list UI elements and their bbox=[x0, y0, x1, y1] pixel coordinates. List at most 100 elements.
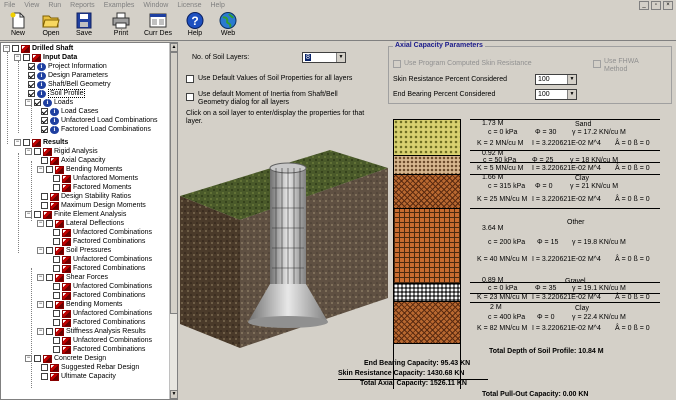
tree-checkbox[interactable] bbox=[23, 54, 30, 61]
chevron-down-icon[interactable]: ▼ bbox=[567, 90, 576, 99]
tree-checkbox[interactable] bbox=[34, 148, 41, 155]
tree-checkbox[interactable] bbox=[34, 99, 41, 106]
tree-checkbox[interactable] bbox=[46, 166, 53, 173]
default-soil-props-checkbox[interactable] bbox=[186, 75, 194, 83]
tree-moment-factored-combinations[interactable]: Factored Combinations bbox=[53, 318, 145, 327]
soil-layer-gravel[interactable] bbox=[394, 284, 460, 302]
soil-layer-column[interactable] bbox=[393, 119, 461, 389]
tree-checkbox[interactable] bbox=[34, 355, 41, 362]
tree-load-cases[interactable]: i Load Cases bbox=[41, 107, 98, 116]
collapse-icon[interactable]: − bbox=[37, 328, 44, 335]
new-button[interactable]: New bbox=[2, 11, 34, 40]
collapse-icon[interactable]: − bbox=[14, 139, 21, 146]
tree-checkbox[interactable] bbox=[41, 157, 48, 164]
scroll-thumb[interactable] bbox=[170, 52, 177, 314]
tree-design-stability-ratios[interactable]: Design Stability Ratios bbox=[41, 192, 131, 201]
tree-scrollbar[interactable]: ▲ ▼ bbox=[169, 43, 177, 399]
tree-shaft-bell-geometry[interactable]: i Shaft/Bell Geometry bbox=[28, 80, 111, 89]
tree-results[interactable]: − Results bbox=[14, 138, 68, 147]
tree-bending-moments[interactable]: − Bending Moments bbox=[37, 165, 122, 174]
tree-checkbox[interactable] bbox=[28, 90, 35, 97]
tree-checkbox[interactable] bbox=[46, 301, 53, 308]
skin-resistance-select[interactable]: 100 ▼ bbox=[535, 74, 577, 85]
tree-checkbox[interactable] bbox=[41, 373, 48, 380]
tree-stiffness-factored-combinations[interactable]: Factored Combinations bbox=[53, 345, 145, 354]
tree-soil-pressures[interactable]: − Soil Pressures bbox=[37, 246, 111, 255]
tree-checkbox[interactable] bbox=[53, 319, 60, 326]
menu-file[interactable]: File bbox=[4, 2, 15, 9]
collapse-icon[interactable]: − bbox=[37, 247, 44, 254]
collapse-icon[interactable]: − bbox=[25, 355, 32, 362]
soil-layer-clay[interactable] bbox=[394, 175, 460, 209]
collapse-icon[interactable]: − bbox=[25, 148, 32, 155]
tree-checkbox[interactable] bbox=[41, 108, 48, 115]
tree-checkbox[interactable] bbox=[41, 117, 48, 124]
chevron-down-icon[interactable]: ▼ bbox=[336, 53, 345, 62]
collapse-icon[interactable]: − bbox=[37, 220, 44, 227]
tree-checkbox[interactable] bbox=[46, 247, 53, 254]
tree-checkbox[interactable] bbox=[46, 220, 53, 227]
tree-ultimate-capacity[interactable]: Ultimate Capacity bbox=[41, 372, 116, 381]
tree-checkbox[interactable] bbox=[41, 202, 48, 209]
menu-reports[interactable]: Reports bbox=[70, 2, 95, 9]
tree-checkbox[interactable] bbox=[28, 63, 35, 70]
tree-checkbox[interactable] bbox=[53, 337, 60, 344]
tree-checkbox[interactable] bbox=[41, 193, 48, 200]
tree-lateral-factored-combinations[interactable]: Factored Combinations bbox=[53, 237, 145, 246]
end-bearing-select[interactable]: 100 ▼ bbox=[535, 89, 577, 100]
tree-input-data[interactable]: − Input Data bbox=[14, 53, 77, 62]
tree-lateral-unfactored-combinations[interactable]: Unfactored Combinations bbox=[53, 228, 152, 237]
restore-icon[interactable]: ▫ bbox=[651, 1, 661, 10]
fhwa-checkbox[interactable] bbox=[593, 60, 601, 68]
soil-layer-clay-2[interactable] bbox=[394, 302, 460, 344]
tree-root[interactable]: − Drilled Shaft bbox=[3, 44, 73, 53]
tree-checkbox[interactable] bbox=[53, 283, 60, 290]
tree-shear-unfactored-combinations[interactable]: Unfactored Combinations bbox=[53, 282, 152, 291]
tree-axial-capacity[interactable]: Axial Capacity bbox=[41, 156, 105, 165]
collapse-icon[interactable]: − bbox=[37, 166, 44, 173]
tree-checkbox[interactable] bbox=[53, 238, 60, 245]
menu-view[interactable]: View bbox=[24, 2, 39, 9]
tree-checkbox[interactable] bbox=[46, 328, 53, 335]
tree-checkbox[interactable] bbox=[53, 346, 60, 353]
tree-checkbox[interactable] bbox=[28, 81, 35, 88]
tree-project-information[interactable]: i Project Information bbox=[28, 62, 107, 71]
menu-examples[interactable]: Examples bbox=[104, 2, 135, 9]
tree-checkbox[interactable] bbox=[53, 265, 60, 272]
tree-shear-factored-combinations[interactable]: Factored Combinations bbox=[53, 291, 145, 300]
tree-stiffness-unfactored-combinations[interactable]: Unfactored Combinations bbox=[53, 336, 152, 345]
tree-checkbox[interactable] bbox=[41, 364, 48, 371]
tree-pressure-unfactored-combinations[interactable]: Unfactored Combinations bbox=[53, 255, 152, 264]
help-button[interactable]: ? Help bbox=[179, 11, 211, 40]
tree-soil-profile[interactable]: i Soil Profile bbox=[28, 89, 86, 98]
scroll-up-icon[interactable]: ▲ bbox=[170, 43, 177, 52]
curr-des-button[interactable]: Curr Des bbox=[142, 11, 174, 40]
tree-checkbox[interactable] bbox=[53, 292, 60, 299]
tree-suggested-rebar-design[interactable]: Suggested Rebar Design bbox=[41, 363, 139, 372]
tree-checkbox[interactable] bbox=[53, 310, 60, 317]
tree-checkbox[interactable] bbox=[53, 256, 60, 263]
scroll-down-icon[interactable]: ▼ bbox=[170, 390, 177, 399]
tree-shear-forces[interactable]: − Shear Forces bbox=[37, 273, 108, 282]
save-button[interactable]: Save bbox=[68, 11, 100, 40]
tree-factored-load-combinations[interactable]: i Factored Load Combinations bbox=[41, 125, 151, 134]
tree-factored-moments[interactable]: Factored Moments bbox=[53, 183, 131, 192]
tree-checkbox[interactable] bbox=[28, 72, 35, 79]
minimize-icon[interactable]: _ bbox=[639, 1, 649, 10]
chevron-down-icon[interactable]: ▼ bbox=[567, 75, 576, 84]
menu-license[interactable]: License bbox=[177, 2, 201, 9]
collapse-icon[interactable]: − bbox=[14, 54, 21, 61]
tree-finite-element-analysis[interactable]: − Finite Element Analysis bbox=[25, 210, 126, 219]
print-button[interactable]: Print bbox=[105, 11, 137, 40]
collapse-icon[interactable]: − bbox=[37, 274, 44, 281]
tree-checkbox[interactable] bbox=[41, 126, 48, 133]
tree-fe-bending-moments[interactable]: − Bending Moments bbox=[37, 300, 122, 309]
tree-unfactored-moments[interactable]: Unfactored Moments bbox=[53, 174, 138, 183]
tree-unfactored-load-combinations[interactable]: i Unfactored Load Combinations bbox=[41, 116, 158, 125]
tree-moment-unfactored-combinations[interactable]: Unfactored Combinations bbox=[53, 309, 152, 318]
tree-concrete-design[interactable]: − Concrete Design bbox=[25, 354, 106, 363]
soil-layer-2[interactable] bbox=[394, 156, 460, 175]
web-button[interactable]: Web bbox=[212, 11, 244, 40]
tree-lateral-deflections[interactable]: − Lateral Deflections bbox=[37, 219, 124, 228]
tree-maximum-design-moments[interactable]: Maximum Design Moments bbox=[41, 201, 146, 210]
